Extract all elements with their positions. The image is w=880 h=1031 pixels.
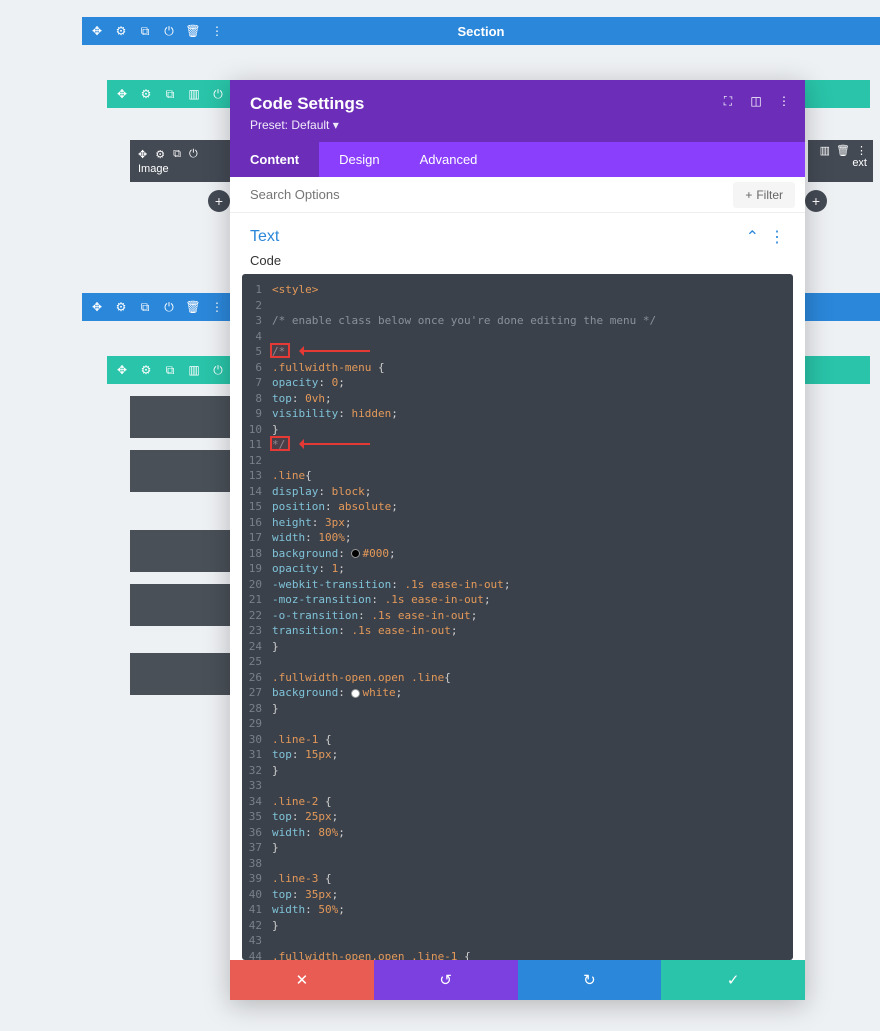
save-button[interactable]: ✓ — [661, 960, 805, 1000]
columns-icon[interactable]: ▥ — [187, 87, 201, 101]
search-input[interactable] — [230, 177, 733, 212]
duplicate-icon[interactable]: ⧉ — [138, 24, 152, 38]
redo-icon: ↻ — [583, 971, 596, 989]
columns-icon[interactable]: ▥ — [187, 363, 201, 377]
placeholder-block — [130, 584, 230, 626]
section-title-text: Text — [250, 228, 279, 246]
gear-icon[interactable]: ⚙ — [139, 363, 153, 377]
columns-icon[interactable]: ▥ — [820, 144, 830, 157]
plus-icon: + — [745, 188, 752, 202]
power-icon[interactable]: ⏻ — [211, 363, 225, 377]
move-icon[interactable]: ✥ — [115, 363, 129, 377]
more-icon[interactable]: ⋮ — [210, 24, 224, 38]
placeholder-block — [130, 450, 230, 492]
trash-icon[interactable]: 🗑 — [836, 144, 850, 157]
move-icon[interactable]: ✥ — [138, 148, 147, 161]
expand-icon[interactable]: ⛶ — [721, 94, 735, 108]
gear-icon[interactable]: ⚙ — [114, 300, 128, 314]
more-icon[interactable]: ⋮ — [856, 144, 867, 157]
code-editor[interactable]: 1234567891011121314151617181920212223242… — [242, 274, 793, 960]
tab-advanced[interactable]: Advanced — [400, 142, 498, 177]
code-settings-modal: Code Settings Preset: Default ▾ ⛶ ◫ ⋮ Co… — [230, 80, 805, 1000]
gear-icon[interactable]: ⚙ — [114, 24, 128, 38]
move-icon[interactable]: ✥ — [115, 87, 129, 101]
modal-title: Code Settings — [250, 94, 785, 114]
more-icon[interactable]: ⋮ — [769, 227, 785, 247]
tab-content[interactable]: Content — [230, 142, 319, 177]
cancel-button[interactable]: ✕ — [230, 960, 374, 1000]
add-module-button[interactable]: + — [208, 190, 230, 212]
tabs: Content Design Advanced — [230, 142, 805, 177]
redo-button[interactable]: ↻ — [518, 960, 662, 1000]
more-icon[interactable]: ⋮ — [777, 94, 791, 108]
add-module-button[interactable]: + — [805, 190, 827, 212]
placeholder-block — [130, 530, 230, 572]
tab-design[interactable]: Design — [319, 142, 399, 177]
duplicate-icon[interactable]: ⧉ — [163, 363, 177, 377]
module-label: ext — [852, 157, 867, 169]
duplicate-icon[interactable]: ⧉ — [163, 87, 177, 101]
filter-button[interactable]: +Filter — [733, 182, 795, 208]
code-label: Code — [230, 253, 805, 274]
power-icon[interactable]: ⏻ — [162, 24, 176, 38]
modal-header: Code Settings Preset: Default ▾ ⛶ ◫ ⋮ — [230, 80, 805, 142]
close-icon: ✕ — [296, 971, 309, 989]
more-icon[interactable]: ⋮ — [210, 300, 224, 314]
undo-icon: ↺ — [439, 971, 452, 989]
power-icon[interactable]: ⏻ — [211, 87, 225, 101]
module-right[interactable]: ▥ 🗑 ⋮ ext — [808, 140, 873, 182]
move-icon[interactable]: ✥ — [90, 300, 104, 314]
trash-icon[interactable]: 🗑 — [186, 300, 200, 314]
move-icon[interactable]: ✥ — [90, 24, 104, 38]
trash-icon[interactable]: 🗑 — [186, 24, 200, 38]
check-icon: ✓ — [727, 971, 740, 989]
power-icon[interactable]: ⏻ — [162, 300, 176, 314]
undo-button[interactable]: ↺ — [374, 960, 518, 1000]
placeholder-block — [130, 396, 230, 438]
gear-icon[interactable]: ⚙ — [155, 148, 165, 161]
collapse-icon[interactable]: ⌃ — [746, 227, 759, 247]
section-toolbar: ✥ ⚙ ⧉ ⏻ 🗑 ⋮ Section — [82, 17, 880, 45]
modal-footer: ✕ ↺ ↻ ✓ — [230, 960, 805, 1000]
search-row: +Filter — [230, 177, 805, 213]
gear-icon[interactable]: ⚙ — [139, 87, 153, 101]
panel-icon[interactable]: ◫ — [749, 94, 763, 108]
duplicate-icon[interactable]: ⧉ — [173, 148, 181, 161]
preset-dropdown[interactable]: Preset: Default ▾ — [250, 118, 785, 132]
power-icon[interactable]: ⏻ — [189, 148, 198, 161]
section-label: Section — [458, 24, 505, 39]
placeholder-block — [130, 653, 230, 695]
duplicate-icon[interactable]: ⧉ — [138, 300, 152, 314]
chevron-down-icon: ▾ — [333, 118, 339, 132]
